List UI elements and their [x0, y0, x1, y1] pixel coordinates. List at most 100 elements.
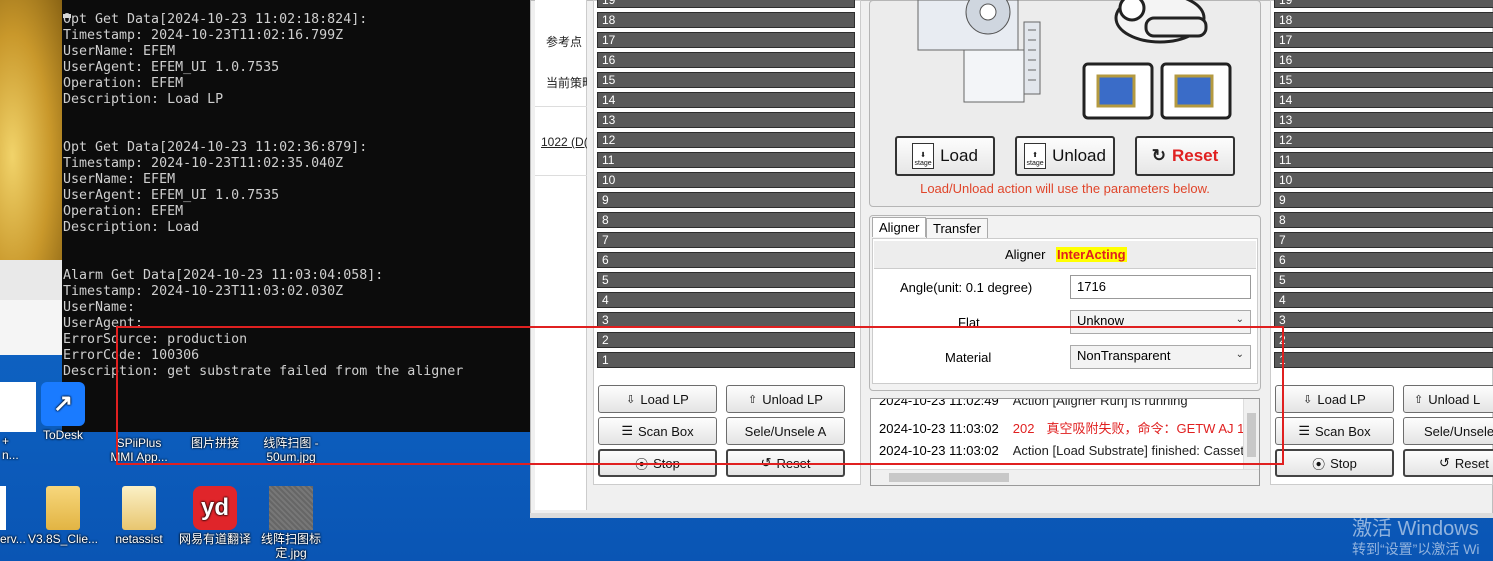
reset-icon: ↺	[1439, 455, 1450, 470]
desktop-icon-label: V3.8S_Clie...	[27, 532, 99, 546]
ref-point-label: 参考点	[546, 35, 583, 49]
left-slot-13[interactable]: 13	[597, 112, 855, 128]
desktop-icon-youdao[interactable]: yd 网易有道翻译	[178, 486, 252, 546]
console-line: Opt Get Data[2024-10-23 11:02:18:824]:	[63, 12, 368, 27]
right-stop-button[interactable]: ⦿ Stop	[1275, 449, 1394, 477]
strategy-select[interactable]: 1022 (D(	[541, 135, 587, 149]
image-file-icon	[269, 486, 313, 530]
left-slot-9[interactable]: 9	[597, 192, 855, 208]
console-cursor	[63, 14, 71, 18]
unload-button[interactable]: ⬆ stage Unload	[1015, 136, 1115, 176]
left-slot-5[interactable]: 5	[597, 272, 855, 288]
right-slot-2[interactable]: 2	[1274, 332, 1493, 348]
wallpaper-fragment	[0, 0, 62, 260]
desktop-icon-label: ToDesk	[42, 428, 83, 442]
desktop-icon-todesk[interactable]: ↗ ToDesk	[26, 382, 100, 442]
left-slot-4[interactable]: 4	[597, 292, 855, 308]
folder-icon	[122, 486, 156, 530]
left-slot-10[interactable]: 10	[597, 172, 855, 188]
desktop-icon-netassist[interactable]: netassist	[102, 486, 176, 546]
button-label: Load LP	[1317, 391, 1366, 407]
right-slot-13[interactable]: 13	[1274, 112, 1493, 128]
desktop-icon-folder[interactable]: V3.8S_Clie...	[26, 486, 100, 546]
folder-icon	[46, 486, 80, 530]
left-slot-16[interactable]: 16	[597, 52, 855, 68]
cassette-icon	[1160, 62, 1232, 120]
angle-input[interactable]: 1716	[1070, 275, 1251, 299]
left-slot-7[interactable]: 7	[597, 232, 855, 248]
right-slot-7[interactable]: 7	[1274, 232, 1493, 248]
right-slot-10[interactable]: 10	[1274, 172, 1493, 188]
console-line: UserAgent: EFEM_UI 1.0.7535	[63, 60, 280, 75]
left-slot-18[interactable]: 18	[597, 12, 855, 28]
window-fragment	[0, 260, 62, 300]
right-slot-14[interactable]: 14	[1274, 92, 1493, 108]
right-slot-19[interactable]: 19	[1274, 0, 1493, 8]
right-slot-5[interactable]: 5	[1274, 272, 1493, 288]
console-line: UserName: EFEM	[63, 172, 176, 187]
button-label: Unload	[1052, 146, 1106, 165]
left-slot-6[interactable]: 6	[597, 252, 855, 268]
right-slot-1[interactable]: 1	[1274, 352, 1493, 368]
unload-stage-icon: ⬆ stage	[1024, 143, 1047, 169]
right-slot-18[interactable]: 18	[1274, 12, 1493, 28]
right-slot-8[interactable]: 8	[1274, 212, 1493, 228]
left-slot-12[interactable]: 12	[597, 132, 855, 148]
youdao-icon: yd	[193, 486, 237, 530]
activation-watermark-sub: 转到“设置”以激活 Wi	[1352, 541, 1480, 557]
console-line: Timestamp: 2024-10-23T11:03:02.030Z	[63, 284, 344, 299]
right-load-lp-button[interactable]: ⇩ Load LP	[1275, 385, 1394, 413]
left-slot-11[interactable]: 11	[597, 152, 855, 168]
button-label: Unload L	[1428, 391, 1481, 407]
right-slot-4[interactable]: 4	[1274, 292, 1493, 308]
load-lp-icon: ⇩	[1303, 393, 1313, 406]
load-stage-icon: ⬇ stage	[912, 143, 935, 169]
reset-button[interactable]: ↻ Reset	[1135, 136, 1235, 176]
current-strategy-label: 当前策略	[546, 76, 587, 90]
window-fragment	[0, 300, 62, 355]
aligner-title: Aligner	[1005, 247, 1046, 262]
console-line: Timestamp: 2024-10-23T11:02:35.040Z	[63, 156, 344, 171]
log-hscrollbar[interactable]	[871, 469, 1259, 485]
left-slot-14[interactable]: 14	[597, 92, 855, 108]
efem-illustration	[917, 0, 1232, 120]
right-slot-3[interactable]: 3	[1274, 312, 1493, 328]
tab-aligner[interactable]: Aligner	[872, 217, 927, 237]
right-slot-12[interactable]: 12	[1274, 132, 1493, 148]
right-slot-15[interactable]: 15	[1274, 72, 1493, 88]
tab-transfer[interactable]: Transfer	[926, 218, 988, 238]
right-scan-box-button[interactable]: ☰ Scan Box	[1275, 417, 1394, 445]
angle-label: Angle(unit: 0.1 degree)	[900, 280, 1033, 295]
left-slot-17[interactable]: 17	[597, 32, 855, 48]
chevron-down-icon: ⌄	[1235, 314, 1244, 325]
right-reset-button[interactable]: ↺ Reset	[1403, 449, 1493, 477]
load-button[interactable]: ⬇ stage Load	[895, 136, 995, 176]
console-line: Opt Get Data[2024-10-23 11:02:36:879]:	[63, 140, 368, 155]
desktop-icon-label: netassist	[115, 532, 163, 546]
console-line: Operation: EFEM	[63, 76, 184, 91]
stage-label: stage	[914, 160, 932, 167]
left-slot-8[interactable]: 8	[597, 212, 855, 228]
button-label: Scan Box	[1315, 423, 1371, 439]
cassette-icon	[1082, 62, 1154, 120]
console-line: Timestamp: 2024-10-23T11:02:16.799Z	[63, 28, 344, 43]
console-line: Alarm Get Data[2024-10-23 11:03:04:058]:	[63, 268, 384, 283]
desktop-icon-image-file-2[interactable]: 线阵扫图标 定.jpg	[254, 486, 328, 560]
right-unload-lp-button[interactable]: ⇧ Unload L	[1403, 385, 1493, 413]
left-slot-15[interactable]: 15	[597, 72, 855, 88]
right-slot-17[interactable]: 17	[1274, 32, 1493, 48]
left-slot-19[interactable]: 19	[597, 0, 855, 8]
right-slot-11[interactable]: 11	[1274, 152, 1493, 168]
right-slot-16[interactable]: 16	[1274, 52, 1493, 68]
console-line: Description: Load	[63, 220, 200, 235]
right-select-button[interactable]: Sele/Unsele	[1403, 417, 1493, 445]
right-slot-6[interactable]: 6	[1274, 252, 1493, 268]
right-slot-9[interactable]: 9	[1274, 192, 1493, 208]
scroll-thumb[interactable]	[889, 473, 1009, 482]
console-line: UserAgent: EFEM_UI 1.0.7535	[63, 188, 280, 203]
load-hint-text: Load/Unload action will use the paramete…	[920, 181, 1210, 196]
button-label: Load	[940, 146, 978, 165]
todesk-icon: ↗	[41, 382, 85, 426]
